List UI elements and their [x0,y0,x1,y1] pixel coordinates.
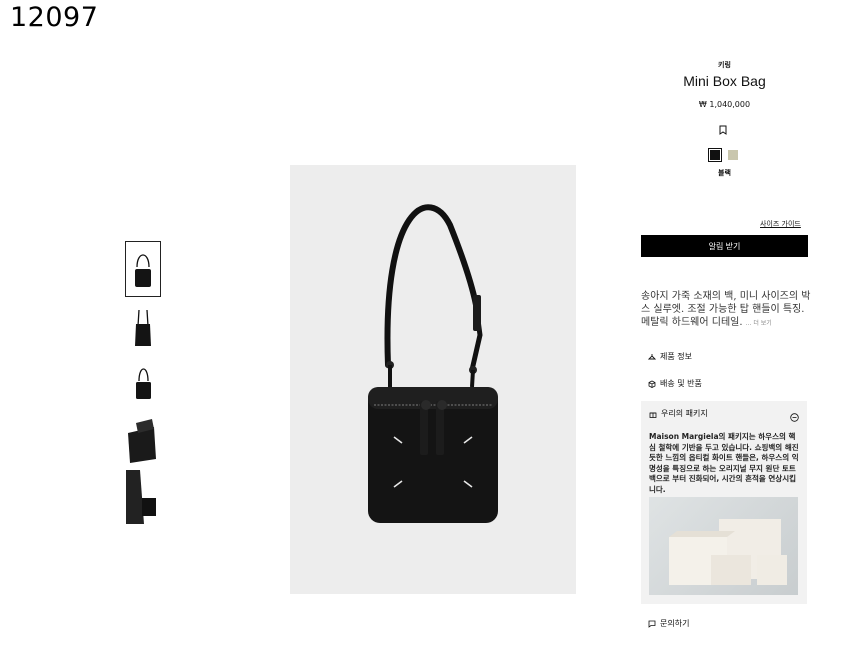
shipping-label: 배송 및 반품 [660,379,702,388]
box-icon [648,380,656,388]
thumbnail-5[interactable] [126,470,160,524]
hanger-icon [648,353,656,359]
product-price: ₩ 1,040,000 [698,100,751,109]
product-title: Mini Box Bag [683,73,766,89]
notify-button[interactable]: 알림 받기 [641,235,808,257]
product-info-label: 제품 정보 [660,352,692,361]
size-guide-link[interactable]: 사이즈 가이드 [760,219,801,229]
thumbnail-4[interactable] [126,413,160,467]
package-panel: 우리의 패키지 Maison Margiela의 패키지는 하우스의 핵심 철학… [641,401,807,604]
product-info-link[interactable]: 제품 정보 [648,351,692,362]
inquiry-label: 문의하기 [660,619,690,628]
bag-thumbnail-image [126,413,160,467]
product-main-image [290,165,576,594]
package-header: 우리의 패키지 [649,408,708,419]
bag-thumbnail-image [135,309,151,346]
shipping-link[interactable]: 배송 및 반품 [648,378,702,389]
color-swatch-black[interactable] [708,148,722,162]
mini-box-bag-image [368,204,498,523]
chat-icon [648,620,656,628]
description-text: 송아지 가죽 소재의 백, 미니 사이즈의 박스 실루엣. 조절 가능한 탑 핸… [641,291,811,328]
selected-color-name: 블랙 [718,169,731,177]
thumbnail-3[interactable] [126,356,160,410]
package-image [649,497,798,595]
bookmark-icon[interactable] [718,120,728,135]
package-title: 우리의 패키지 [661,409,708,418]
package-text: Maison Margiela의 패키지는 하우스의 핵심 철학에 기반을 두고… [649,432,799,494]
bag-thumbnail-image [136,368,151,399]
bag-thumbnail-image [135,254,151,287]
more-link[interactable]: ... 더 보기 [746,320,772,327]
color-swatch-beige[interactable] [728,150,738,160]
thumbnail-1[interactable] [125,241,161,297]
page-id: 12097 [10,2,99,33]
bag-thumbnail-image [126,470,160,524]
product-description: 송아지 가죽 소재의 백, 미니 사이즈의 박스 실루엣. 조절 가능한 탑 핸… [641,290,811,330]
gift-icon [649,412,657,418]
collapse-icon[interactable] [790,407,799,422]
inquiry-link[interactable]: 문의하기 [648,618,689,629]
product-category: 키링 [718,61,731,69]
thumbnail-2[interactable] [126,299,160,353]
